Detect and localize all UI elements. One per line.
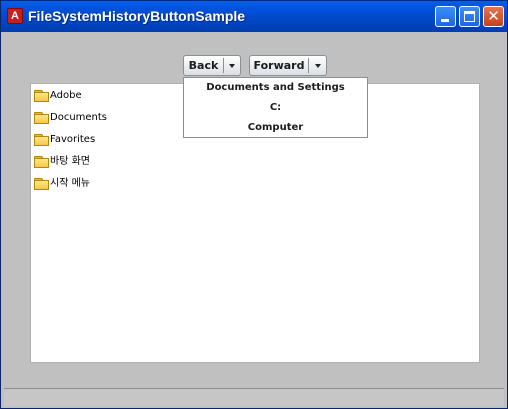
close-button[interactable]: ✕ [483, 6, 504, 27]
app-icon[interactable]: A [7, 8, 23, 24]
list-item-label: 시작 메뉴 [50, 178, 90, 189]
app-icon-glyph: A [11, 10, 19, 22]
forward-history-dropdown: Documents and Settings C: Computer [183, 77, 368, 138]
maximize-button[interactable] [459, 6, 480, 27]
list-item-label: Documents [50, 112, 108, 123]
window-title: FileSystemHistoryButtonSample [28, 8, 246, 24]
folder-icon [34, 178, 49, 190]
back-history-button[interactable]: Back [183, 55, 241, 76]
status-bar [4, 388, 504, 406]
back-button[interactable]: Back [184, 56, 223, 75]
dropdown-item[interactable]: C: [184, 98, 367, 118]
folder-icon [34, 90, 49, 102]
forward-dropdown-arrow-icon[interactable] [315, 64, 321, 68]
app-window: A FileSystemHistoryButtonSample ✕ Back F… [0, 0, 508, 409]
forward-button[interactable]: Forward [250, 56, 308, 75]
forward-history-button[interactable]: Forward [249, 55, 327, 76]
list-item-label: Favorites [50, 134, 96, 145]
back-dropdown-arrow-icon[interactable] [229, 64, 235, 68]
back-divider [223, 58, 224, 73]
folder-icon [34, 134, 49, 146]
folder-icon [34, 112, 49, 124]
dropdown-item[interactable]: Documents and Settings [184, 78, 367, 98]
minimize-button[interactable] [435, 6, 456, 27]
maximize-icon [464, 11, 475, 22]
folder-icon [34, 156, 49, 168]
list-item[interactable]: 시작 메뉴 [34, 174, 334, 194]
list-item-label: Adobe [50, 90, 82, 101]
close-icon: ✕ [487, 7, 500, 25]
minimize-icon [441, 19, 449, 22]
forward-divider [308, 58, 309, 73]
list-item-label: 바탕 화면 [50, 156, 90, 167]
title-bar[interactable]: A FileSystemHistoryButtonSample ✕ [1, 1, 507, 32]
list-item[interactable]: 바탕 화면 [34, 152, 334, 172]
dropdown-item[interactable]: Computer [184, 118, 367, 138]
